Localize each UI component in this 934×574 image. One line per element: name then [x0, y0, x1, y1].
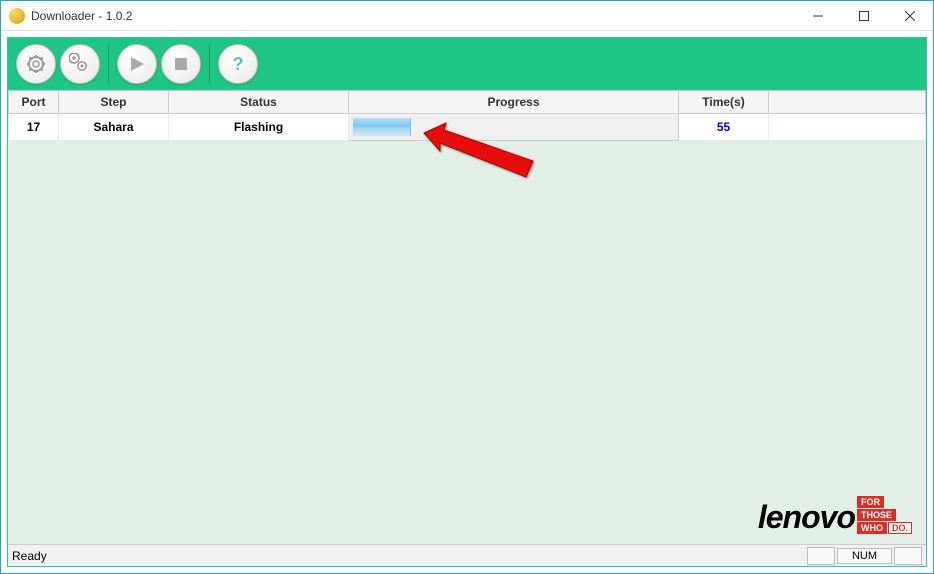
help-icon: ? — [228, 54, 248, 74]
header-time[interactable]: Time(s) — [679, 91, 769, 114]
app-icon — [9, 8, 25, 24]
cell-port: 17 — [9, 114, 59, 141]
minimize-button[interactable] — [795, 1, 841, 30]
maximize-button[interactable] — [841, 1, 887, 30]
window-controls — [795, 1, 933, 30]
data-table-container: Port Step Status Progress Time(s) 17 Sah… — [8, 90, 926, 544]
settings-button[interactable] — [16, 44, 56, 84]
status-cell-empty — [894, 547, 922, 565]
start-button[interactable] — [117, 44, 157, 84]
client-area: ? Port Step Status Progress Time(s) — [7, 37, 927, 567]
progress-table: Port Step Status Progress Time(s) 17 Sah… — [8, 90, 926, 141]
statusbar: Ready NUM — [8, 544, 926, 566]
titlebar: Downloader - 1.0.2 — [1, 1, 933, 31]
progress-bar — [353, 118, 674, 136]
play-icon — [128, 55, 146, 73]
svg-text:?: ? — [233, 54, 244, 74]
header-status[interactable]: Status — [169, 91, 349, 114]
toolbar: ? — [8, 38, 926, 90]
toolbar-separator — [209, 44, 210, 84]
close-button[interactable] — [887, 1, 933, 30]
cell-status: Flashing — [169, 114, 349, 141]
toolbar-separator — [108, 44, 109, 84]
lenovo-tagline: FOR THOSE WHO DO. — [857, 496, 912, 534]
cell-progress — [349, 114, 679, 141]
status-num-indicator: NUM — [837, 548, 892, 564]
progress-bar-fill — [353, 118, 411, 136]
app-window: Downloader - 1.0.2 — [0, 0, 934, 574]
gears-icon — [69, 53, 91, 75]
cell-step: Sahara — [59, 114, 169, 141]
brand-logo: lenovo FOR THOSE WHO DO. — [758, 496, 912, 536]
help-button[interactable]: ? — [218, 44, 258, 84]
header-extra[interactable] — [769, 91, 926, 114]
header-port[interactable]: Port — [9, 91, 59, 114]
gear-icon — [26, 54, 46, 74]
cell-extra — [769, 114, 926, 141]
table-row[interactable]: 17 Sahara Flashing 55 — [9, 114, 926, 141]
lenovo-wordmark: lenovo — [758, 499, 855, 536]
stop-icon — [173, 56, 189, 72]
status-cell-empty — [807, 547, 835, 565]
header-step[interactable]: Step — [59, 91, 169, 114]
table-header-row: Port Step Status Progress Time(s) — [9, 91, 926, 114]
cell-time: 55 — [679, 114, 769, 141]
status-text: Ready — [12, 549, 805, 563]
window-title: Downloader - 1.0.2 — [31, 9, 795, 23]
advanced-settings-button[interactable] — [60, 44, 100, 84]
stop-button[interactable] — [161, 44, 201, 84]
header-progress[interactable]: Progress — [349, 91, 679, 114]
